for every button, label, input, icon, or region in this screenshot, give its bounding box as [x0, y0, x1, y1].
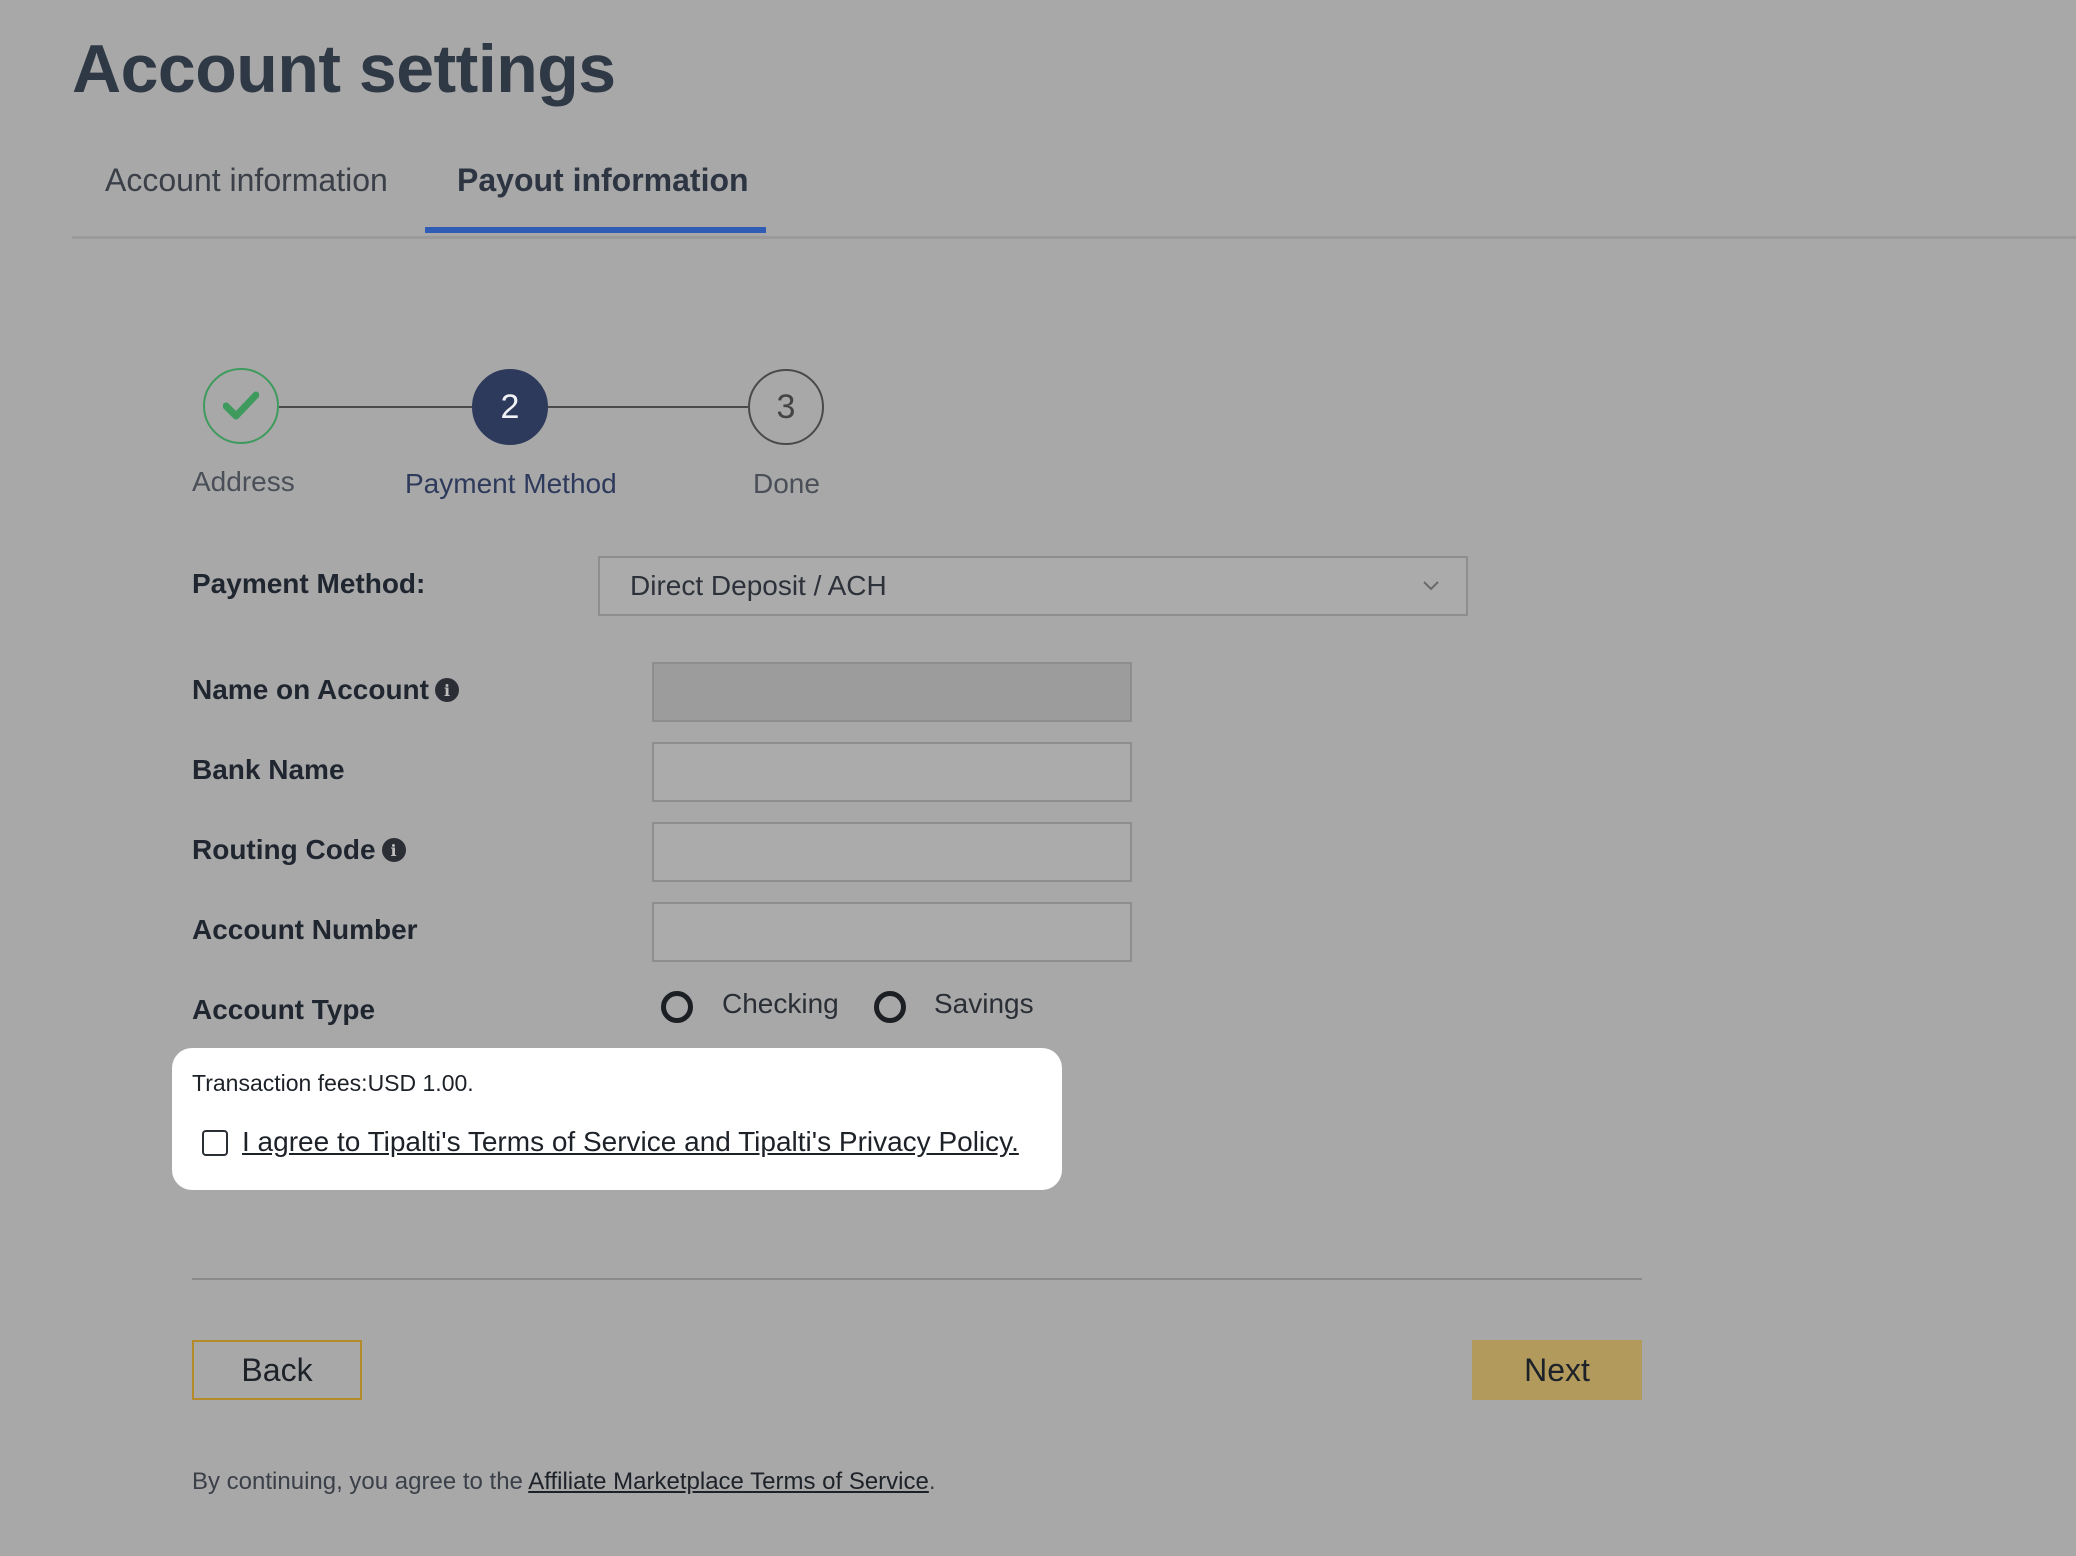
payment-method-value: Direct Deposit / ACH	[630, 570, 887, 601]
account-type-label: Account Type	[192, 994, 375, 1026]
footer-prefix: By continuing, you agree to the	[192, 1468, 529, 1495]
tab-account-information[interactable]: Account information	[105, 162, 388, 199]
radio-checking-label[interactable]: Checking	[722, 988, 839, 1020]
account-type-label-text: Account Type	[192, 994, 376, 1025]
active-tab-indicator	[425, 227, 766, 233]
bank-name-label: Bank Name	[192, 754, 345, 786]
payment-method-select[interactable]: Direct Deposit / ACH	[598, 556, 1468, 616]
agree-terms-checkbox[interactable]	[202, 1130, 228, 1156]
page-title: Account settings	[72, 31, 616, 107]
checkmark-icon	[223, 391, 259, 420]
account-number-input[interactable]	[652, 902, 1132, 962]
divider	[192, 1278, 1642, 1280]
step-address-complete	[203, 368, 279, 444]
bank-name-input[interactable]	[652, 742, 1132, 802]
step-label-address: Address	[192, 466, 295, 497]
info-icon[interactable]: i	[381, 838, 406, 862]
name-on-account-label: Name on Account i	[192, 674, 459, 706]
tab-bar: Account information Payout information	[72, 150, 2076, 239]
footer-notice: By continuing, you agree to the Affiliat…	[192, 1468, 936, 1496]
chevron-down-icon	[1423, 581, 1439, 591]
step-label-done: Done	[753, 468, 820, 499]
info-icon[interactable]: i	[435, 678, 459, 702]
step-payment-method-current: 2	[472, 369, 548, 445]
radio-savings-label[interactable]: Savings	[934, 988, 1034, 1020]
radio-savings[interactable]	[874, 991, 906, 1023]
step-done-pending: 3	[748, 369, 824, 445]
back-button[interactable]: Back	[192, 1340, 362, 1400]
name-on-account-input[interactable]	[652, 662, 1132, 722]
footer-suffix: .	[928, 1468, 936, 1495]
transaction-fees-text: Transaction fees:USD 1.00.	[192, 1070, 474, 1096]
step-label-payment-method: Payment Method	[405, 468, 617, 499]
routing-code-label: Routing Code i	[192, 834, 406, 866]
next-button[interactable]: Next	[1472, 1340, 1642, 1400]
payment-method-label-text: Payment Method:	[192, 568, 426, 599]
name-on-account-label-text: Name on Account	[192, 674, 429, 705]
routing-code-label-text: Routing Code	[192, 834, 376, 865]
stepper-connector	[548, 406, 748, 408]
affiliate-terms-link[interactable]: Affiliate Marketplace Terms of Service	[528, 1468, 929, 1495]
bank-name-label-text: Bank Name	[192, 754, 345, 785]
stepper-connector	[279, 406, 472, 408]
terms-agreement-card: Transaction fees:USD 1.00. I agree to Ti…	[172, 1048, 1062, 1190]
account-number-label-text: Account Number	[192, 914, 418, 945]
account-number-label: Account Number	[192, 914, 418, 946]
agree-terms-link[interactable]: I agree to Tipalti's Terms of Service an…	[242, 1126, 1019, 1158]
payment-method-label: Payment Method:	[192, 568, 425, 600]
tab-payout-information[interactable]: Payout information	[457, 162, 749, 199]
radio-checking[interactable]	[661, 991, 693, 1023]
routing-code-input[interactable]	[652, 822, 1132, 882]
